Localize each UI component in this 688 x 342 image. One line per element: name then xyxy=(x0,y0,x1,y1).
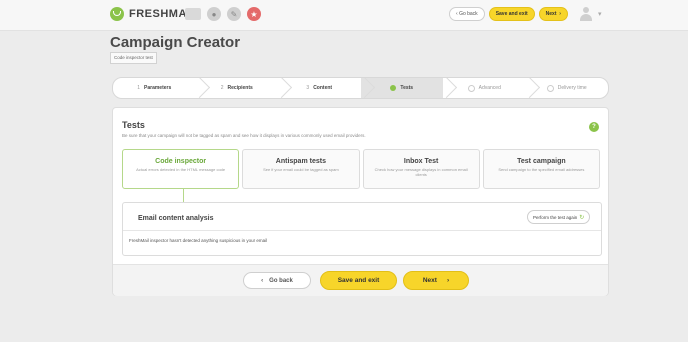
step-label: Content xyxy=(313,85,333,91)
step-content[interactable]: 3 Content xyxy=(278,78,361,98)
page-title: Campaign Creator xyxy=(110,34,241,51)
card-title: Inbox Test xyxy=(403,158,439,165)
perform-test-again-button[interactable]: Perform the test again ↻ xyxy=(527,210,591,224)
step-label: Parameters xyxy=(144,85,172,91)
step-delivery-time[interactable]: Delivery time xyxy=(526,78,609,98)
card-antispam-tests[interactable]: Antispam tests See if your email could b… xyxy=(242,149,360,189)
card-description: Check how your message displays in commo… xyxy=(374,167,468,177)
active-card-connector xyxy=(183,189,184,202)
help-icon[interactable]: ? xyxy=(589,122,599,132)
card-title: Code inspector xyxy=(155,158,207,165)
top-go-back-button[interactable]: ‹ Go back xyxy=(449,7,485,21)
analysis-header: Email content analysis Perform the test … xyxy=(123,203,601,231)
gear-icon[interactable]: ● xyxy=(207,7,221,21)
refresh-icon: ↻ xyxy=(579,214,585,221)
card-description: Send campaign to the specified email add… xyxy=(498,167,585,172)
paint-icon[interactable]: ✎ xyxy=(227,7,241,21)
freshmail-logo-icon xyxy=(110,7,124,21)
step-number: 3 xyxy=(306,85,310,91)
top-actions: ‹ Go back Save and exit Next › ▾ xyxy=(449,7,601,21)
top-bar: FRESHMAIL ● ✎ ★ ‹ Go back Save and exit … xyxy=(0,0,688,31)
test-type-cards: Code inspector Actual errors detected in… xyxy=(122,149,600,189)
top-save-exit-button[interactable]: Save and exit xyxy=(488,7,535,21)
mail-icon[interactable] xyxy=(185,8,201,20)
card-code-inspector[interactable]: Code inspector Actual errors detected in… xyxy=(122,149,240,189)
analysis-title: Email content analysis xyxy=(138,215,214,222)
chevron-right-icon: › xyxy=(446,277,450,284)
tests-panel: Tests Be sure that your campaign will no… xyxy=(112,107,609,296)
card-title: Test campaign xyxy=(517,158,566,165)
top-next-label: Next xyxy=(545,11,557,17)
analysis-result-text: FreshMail inspector hasn't detected anyt… xyxy=(129,238,268,243)
save-and-exit-button[interactable]: Save and exit xyxy=(320,271,397,290)
card-inbox-test[interactable]: Inbox Test Check how your message displa… xyxy=(362,149,480,189)
top-go-back-label: Go back xyxy=(459,11,478,17)
step-advanced[interactable]: Advanced xyxy=(443,78,526,98)
next-button[interactable]: Next › xyxy=(403,271,469,290)
chevron-right-icon: › xyxy=(559,11,561,17)
card-test-campaign[interactable]: Test campaign Send campaign to the speci… xyxy=(482,149,600,189)
step-label: Recipients xyxy=(227,85,253,91)
active-step-icon xyxy=(390,85,397,91)
step-label: Delivery time xyxy=(557,85,587,91)
section-description: Be sure that your campaign will not be t… xyxy=(122,133,366,138)
perform-test-label: Perform the test again xyxy=(533,214,578,220)
step-recipients[interactable]: 2 Recipients xyxy=(196,78,279,98)
card-description: Actual errors detected in the HTML messa… xyxy=(136,167,226,172)
next-label: Next xyxy=(422,277,437,284)
chevron-left-icon: ‹ xyxy=(456,11,458,17)
top-nav-icons: ● ✎ ★ xyxy=(185,7,261,21)
card-title: Antispam tests xyxy=(275,158,326,165)
wizard-steps: 1 Parameters 2 Recipients 3 Content Test… xyxy=(112,77,609,99)
section-title: Tests xyxy=(122,120,145,130)
top-save-exit-label: Save and exit xyxy=(495,11,528,17)
chevron-left-icon: ‹ xyxy=(261,277,264,284)
gift-icon[interactable]: ★ xyxy=(247,7,261,21)
step-tests[interactable]: Tests xyxy=(360,78,443,98)
go-back-label: Go back xyxy=(269,277,293,284)
chevron-down-icon[interactable]: ▾ xyxy=(598,10,602,18)
card-description: See if your email could be tagged as spa… xyxy=(263,167,339,172)
step-number: 2 xyxy=(220,85,224,91)
save-and-exit-label: Save and exit xyxy=(337,277,380,284)
go-back-button[interactable]: ‹ Go back xyxy=(243,272,311,289)
email-content-analysis: Email content analysis Perform the test … xyxy=(122,202,602,256)
user-avatar-icon[interactable] xyxy=(579,7,592,21)
step-circle-icon xyxy=(546,84,554,92)
campaign-name-badge: Code inspector test xyxy=(110,52,157,64)
step-label: Advanced xyxy=(478,85,501,91)
step-label: Tests xyxy=(400,85,414,91)
step-parameters[interactable]: 1 Parameters xyxy=(113,78,196,98)
top-next-button[interactable]: Next › xyxy=(538,7,568,21)
step-circle-icon xyxy=(467,84,475,92)
step-number: 1 xyxy=(137,85,141,91)
